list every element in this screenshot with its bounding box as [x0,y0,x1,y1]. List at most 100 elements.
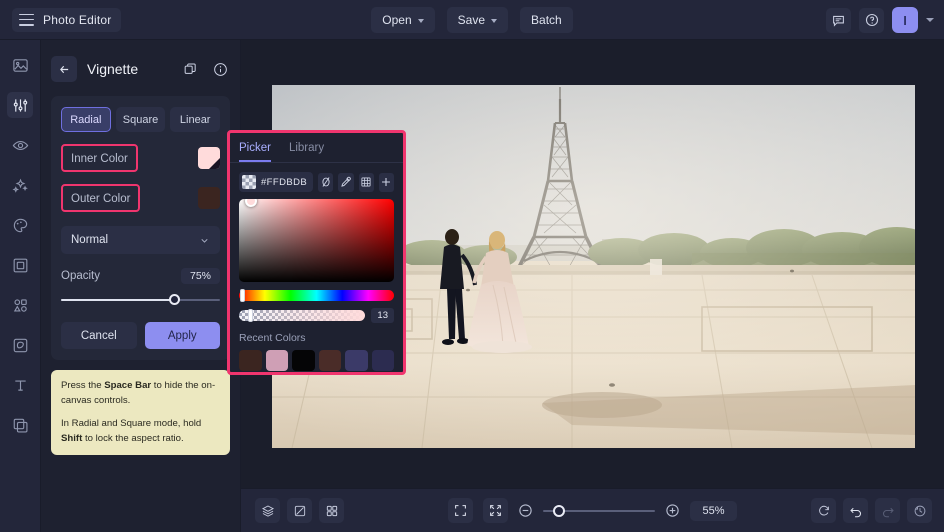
hint-2a: In Radial and Square mode, hold [61,418,201,429]
opacity-label: Opacity [61,270,100,282]
recent-color-swatch[interactable] [239,350,262,371]
hamburger-icon[interactable] [19,14,34,26]
hue-slider[interactable] [239,290,394,301]
sidebar-item-adjust[interactable] [7,92,33,118]
hint-1a: Press the [61,380,104,391]
hint-tooltip: Press the Space Bar to hide the on-canva… [51,370,230,455]
zoom-slider-handle[interactable] [553,505,565,517]
layers-button[interactable] [255,498,280,523]
shrink-button[interactable] [483,498,508,523]
sidebar-item-retouch[interactable] [7,172,33,198]
grid-icon [325,504,339,518]
sidebar-item-text[interactable] [7,372,33,398]
no-color-icon [320,176,332,188]
inner-color-row: Inner Color [61,144,220,172]
reset-button[interactable] [811,498,836,523]
outer-color-swatch[interactable] [198,187,220,209]
feedback-button[interactable] [826,8,851,33]
sidebar-item-shapes[interactable] [7,292,33,318]
add-color-button[interactable] [379,173,394,192]
redo-icon [881,504,895,518]
alpha-slider[interactable] [239,310,365,321]
history-button[interactable] [907,498,932,523]
undo-icon [849,504,863,518]
recent-color-swatch[interactable] [345,350,368,371]
app-menu-button[interactable]: Photo Editor [12,8,121,32]
blend-mode-value: Normal [71,234,108,246]
inner-color-label-highlight: Inner Color [61,144,138,172]
frame-icon [12,257,29,274]
opacity-slider-handle[interactable] [169,294,180,305]
help-button[interactable] [859,8,884,33]
shape-mode-square[interactable]: Square [116,107,166,132]
recent-color-swatch[interactable] [372,350,395,371]
inner-color-swatch[interactable] [198,147,220,169]
opacity-row: Opacity 75% [61,268,220,284]
alpha-slider-handle[interactable] [248,309,253,322]
chevron-down-icon [418,19,424,23]
panel-action-buttons: Cancel Apply [61,322,220,349]
mask-button[interactable] [287,498,312,523]
hex-input[interactable]: #FFDBDB [239,172,313,192]
sidebar-item-overlay[interactable] [7,412,33,438]
color-picker-popover: Picker Library #FFDBDB [227,130,406,375]
recent-color-swatch[interactable] [266,350,289,371]
avatar-initial: I [903,13,907,28]
palette-icon [12,217,29,234]
help-circle-icon [865,13,879,27]
zoom-value[interactable]: 55% [690,501,736,521]
account-chevron-down-icon[interactable] [926,18,934,22]
undo-button[interactable] [843,498,868,523]
alpha-row: 13 [239,308,394,323]
saturation-value-handle[interactable] [245,199,257,207]
zoom-in-button[interactable] [665,503,680,518]
page-title: Vignette [87,61,170,77]
palette-grid-button[interactable] [359,173,374,192]
open-button[interactable]: Open [371,7,434,33]
history-icon [913,504,927,518]
shapes-icon [12,297,29,314]
info-button[interactable] [210,59,230,79]
no-color-button[interactable] [318,173,333,192]
saturation-value-field[interactable] [239,199,394,282]
zoom-out-button[interactable] [518,503,533,518]
sidebar-item-image[interactable] [7,52,33,78]
mask-icon [293,504,307,518]
vignette-controls-card: Radial Square Linear Inner Color Outer C… [51,96,230,360]
opacity-slider[interactable] [61,293,220,307]
zoom-slider[interactable] [543,505,655,517]
sidebar-item-color[interactable] [7,212,33,238]
apply-button[interactable]: Apply [145,322,221,349]
shape-mode-radial[interactable]: Radial [61,107,111,132]
eyedropper-button[interactable] [338,173,353,192]
avatar[interactable]: I [892,7,918,33]
grid-button[interactable] [319,498,344,523]
reset-icon [817,504,831,518]
batch-button[interactable]: Batch [520,7,573,33]
shape-mode-linear[interactable]: Linear [170,107,220,132]
fit-screen-button[interactable] [448,498,473,523]
layers-icon [261,504,275,518]
recent-color-swatch[interactable] [292,350,315,371]
redo-button[interactable] [875,498,900,523]
inner-color-label: Inner Color [71,153,128,165]
sidebar-item-effects[interactable] [7,132,33,158]
sidebar-item-stickers[interactable] [7,332,33,358]
tab-picker[interactable]: Picker [239,142,271,162]
blend-mode-select[interactable]: Normal [61,226,220,254]
shrink-icon [489,504,502,517]
duplicate-button[interactable] [180,59,200,79]
tab-library[interactable]: Library [289,142,324,162]
cancel-button[interactable]: Cancel [61,322,137,349]
zoom-in-icon [665,503,680,518]
save-button[interactable]: Save [447,7,508,33]
info-circle-icon [213,62,228,77]
transparency-checker-icon [242,175,256,189]
back-button[interactable] [51,56,77,82]
sidebar-item-frames[interactable] [7,252,33,278]
hue-slider-handle[interactable] [240,289,245,302]
open-button-label: Open [382,13,411,27]
color-picker-tabs: Picker Library [230,133,403,163]
recent-color-swatch[interactable] [319,350,342,371]
alpha-value[interactable]: 13 [371,308,394,323]
